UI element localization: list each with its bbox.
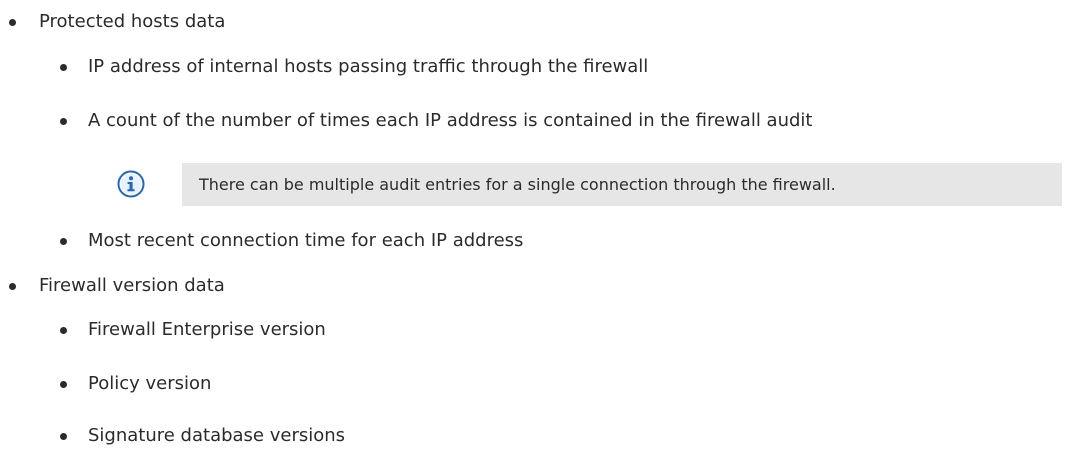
list-item-label: IP address of internal hosts passing tra… bbox=[88, 56, 649, 77]
list-item-label: A count of the number of times each IP a… bbox=[88, 110, 813, 131]
list-item-label: Firewall Enterprise version bbox=[88, 319, 326, 340]
bullet bbox=[60, 433, 67, 440]
list-item-label: Signature database versions bbox=[88, 425, 346, 446]
list-item-label: Policy version bbox=[88, 373, 212, 394]
bullet bbox=[60, 64, 67, 71]
info-icon bbox=[117, 170, 145, 198]
list-item-label: Protected hosts data bbox=[39, 11, 226, 32]
bullet bbox=[9, 19, 16, 26]
note-text: There can be multiple audit entries for … bbox=[199, 175, 836, 194]
note-box: There can be multiple audit entries for … bbox=[182, 163, 1062, 206]
list-item-label: Firewall version data bbox=[39, 275, 225, 296]
list-item-label: Most recent connection time for each IP … bbox=[88, 230, 524, 251]
bullet bbox=[60, 381, 67, 388]
bullet bbox=[9, 283, 16, 290]
bullet bbox=[60, 118, 67, 125]
bullet bbox=[60, 327, 67, 334]
bullet bbox=[60, 238, 67, 245]
